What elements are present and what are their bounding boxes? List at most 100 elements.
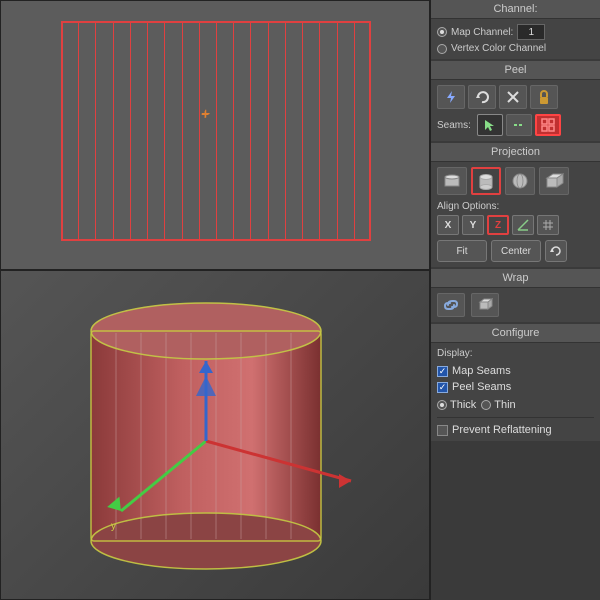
prevent-checkbox[interactable] [437,425,448,436]
configure-title: Configure [492,327,540,339]
right-panel: Channel: Map Channel: Vertex Color Chann… [430,0,600,600]
wrap-chain-button[interactable] [437,293,465,317]
uv-vline-10 [233,21,234,241]
uv-vline-1 [78,21,79,241]
display-label: Display: [437,348,594,359]
map-seams-row: ✓ Map Seams [437,365,594,377]
thin-label: Thin [494,399,515,411]
channel-body: Map Channel: Vertex Color Channel [431,19,600,59]
peel-undo-button[interactable] [468,85,496,109]
uv-lines [61,21,371,241]
wrap-box-button[interactable] [471,293,499,317]
align-label: Align Options: [437,201,594,212]
fit-center-row: Fit Center [437,240,594,262]
projection-icons [437,167,594,195]
projection-header[interactable]: Projection [431,143,600,162]
align-z-label: Z [495,220,501,231]
wrap-header[interactable]: Wrap [431,269,600,288]
thin-radio[interactable] [481,400,491,410]
vertex-color-label: Vertex Color Channel [451,43,546,54]
proj-box-button[interactable] [539,167,569,195]
vertex-color-row: Vertex Color Channel [437,43,594,54]
map-seams-label: Map Seams [452,365,511,377]
align-x-button[interactable]: X [437,215,459,235]
configure-header[interactable]: Configure [431,324,600,343]
projection-title: Projection [491,146,540,158]
uv-vline-8 [199,21,200,241]
peel-lock-button[interactable] [530,85,558,109]
left-panel: + [0,0,430,600]
seam-grid-button[interactable] [535,114,561,136]
peel-icons-row [437,85,594,109]
thick-pair: Thick [437,399,476,411]
uv-vline-3 [113,21,114,241]
thick-thin-row: Thick Thin [437,399,594,411]
align-y-label: Y [470,220,477,231]
wrap-body [431,288,600,322]
peel-seams-label: Peel Seams [452,381,511,393]
map-channel-spinbox[interactable] [517,24,545,40]
uv-vline-13 [285,21,286,241]
peel-lightning-button[interactable] [437,85,465,109]
vertex-color-radio[interactable] [437,44,447,54]
map-channel-label: Map Channel: [451,27,513,38]
svg-text:y: y [111,521,116,532]
peel-section: Peel [431,61,600,141]
proj-plane-button[interactable] [437,167,467,195]
map-seams-checkbox[interactable]: ✓ [437,366,448,377]
uv-vline-16 [337,21,338,241]
align-x-label: X [445,220,452,231]
peel-header[interactable]: Peel [431,61,600,80]
proj-sphere-button[interactable] [505,167,535,195]
undo-button[interactable] [545,240,567,262]
fit-label: Fit [456,246,467,257]
uv-vline-6 [164,21,165,241]
uv-vline-14 [302,21,303,241]
align-row: X Y Z [437,215,594,235]
seam-dash-button[interactable] [506,114,532,136]
projection-section: Projection [431,143,600,267]
align-grid-button[interactable] [537,215,559,235]
uv-vline-11 [250,21,251,241]
peel-cross-button[interactable] [499,85,527,109]
seam-cursor-button[interactable] [477,114,503,136]
center-button[interactable]: Center [491,240,541,262]
channel-section: Channel: Map Channel: Vertex Color Chann… [431,0,600,59]
seams-label: Seams: [437,120,471,131]
thick-label: Thick [450,399,476,411]
peel-body: Seams: [431,80,600,141]
channel-title: Channel: [493,3,537,15]
projection-body: Align Options: X Y Z [431,162,600,267]
align-y-button[interactable]: Y [462,215,484,235]
prevent-row: Prevent Reflattening [437,424,594,436]
uv-vline-5 [147,21,148,241]
uv-vline-12 [268,21,269,241]
thick-radio[interactable] [437,400,447,410]
uv-viewport[interactable]: + [0,0,430,270]
uv-vline-9 [216,21,217,241]
uv-vline-17 [354,21,355,241]
seams-row: Seams: [437,114,594,136]
map-channel-row: Map Channel: [437,24,594,40]
uv-vline-2 [95,21,96,241]
fit-button[interactable]: Fit [437,240,487,262]
scene-viewport[interactable]: y [0,270,430,600]
map-channel-radio[interactable] [437,27,447,37]
wrap-section: Wrap [431,269,600,322]
uv-vline-7 [182,21,183,241]
divider [437,417,594,418]
prevent-label: Prevent Reflattening [452,424,552,436]
uv-crosshair: + [201,106,217,122]
proj-cylinder-button[interactable] [471,167,501,195]
align-angle-button[interactable] [512,215,534,235]
channel-header[interactable]: Channel: [431,0,600,19]
configure-body: Display: ✓ Map Seams ✓ Peel Seams Thick … [431,343,600,441]
configure-section: Configure Display: ✓ Map Seams ✓ Peel Se… [431,324,600,441]
cylinder-container: y [41,281,401,581]
uv-vline-15 [319,21,320,241]
peel-seams-checkbox[interactable]: ✓ [437,382,448,393]
wrap-title: Wrap [502,272,528,284]
wrap-icons-row [437,293,594,317]
peel-seams-row: ✓ Peel Seams [437,381,594,393]
align-z-button[interactable]: Z [487,215,509,235]
